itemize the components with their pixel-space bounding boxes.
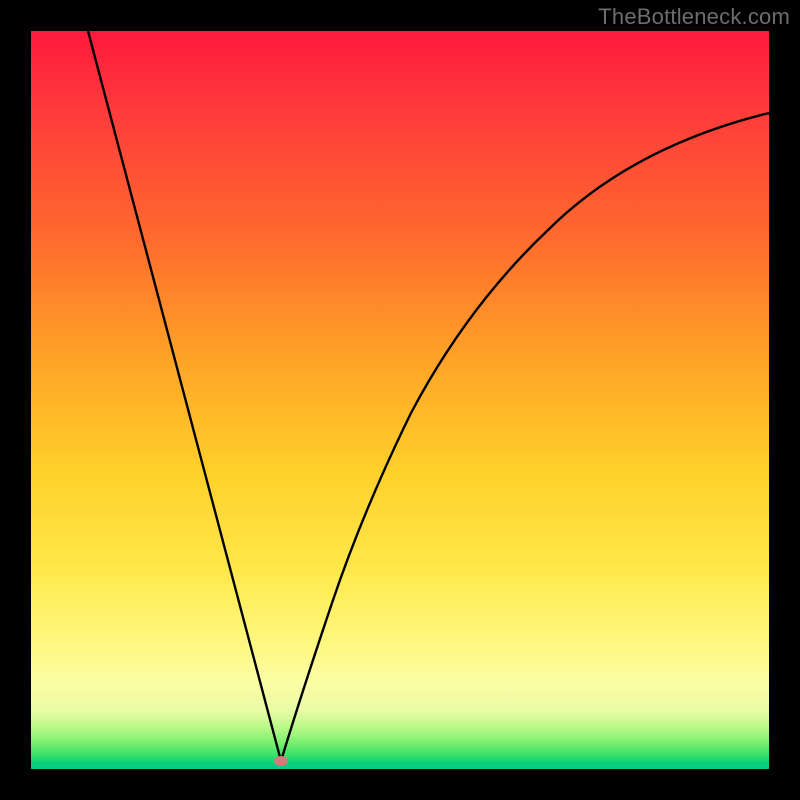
curve-right-seg-1: [281, 603, 332, 761]
bottleneck-curve: [31, 31, 769, 769]
minimum-marker: [274, 756, 288, 766]
curve-left-branch: [88, 31, 281, 761]
curve-right-seg-4: [547, 113, 769, 231]
plot-area: [31, 31, 769, 769]
watermark-text: TheBottleneck.com: [598, 4, 790, 30]
curve-right-seg-3: [411, 231, 547, 413]
curve-right-seg-2: [332, 413, 411, 603]
chart-frame: TheBottleneck.com: [0, 0, 800, 800]
